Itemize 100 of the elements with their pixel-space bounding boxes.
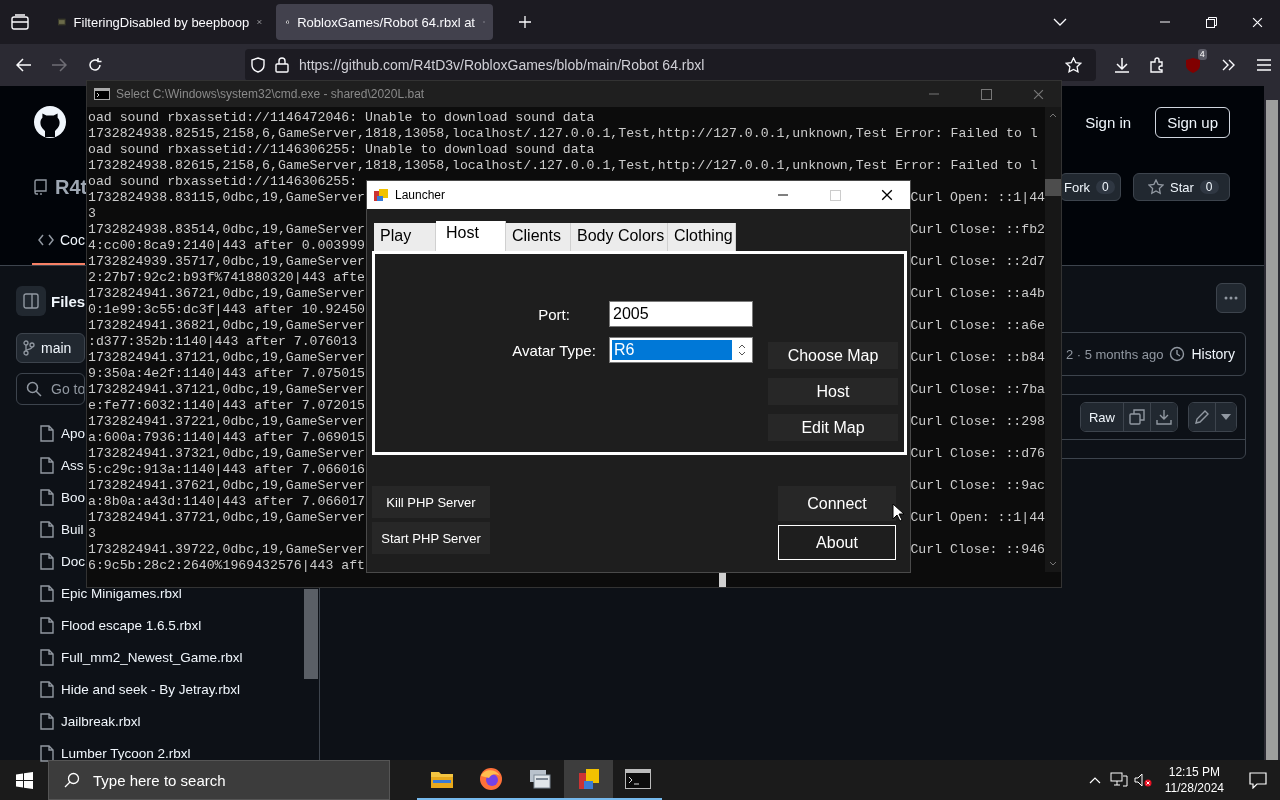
console-line: 5:c29c:913a:1140|443 after 7.066016 <box>88 462 365 478</box>
console-line: a:8b0a:a43d:1140|443 after 7.066017 <box>88 494 365 510</box>
server-button[interactable]: Start PHP Server <box>372 522 490 554</box>
clock[interactable]: 12:15 PM 11/28/2024 <box>1164 764 1224 796</box>
tab[interactable]: Clothing <box>668 223 736 251</box>
commit-meta: 2 · 5 months ago <box>1065 346 1164 362</box>
scrollbar[interactable] <box>1264 86 1280 760</box>
tab[interactable]: Clients <box>506 223 571 251</box>
file-icon <box>40 456 54 474</box>
repo-tab[interactable]: Coc <box>32 216 85 265</box>
download-icon[interactable] <box>1151 403 1177 431</box>
file-link[interactable]: Lumber Tycoon 2.rbxl <box>61 745 191 761</box>
console-line: 1732824938.82515,2158,6,GameServer,1818,13058,localhost/.127.0.0.1,Test,http://127.0.0.1,unknown,Test Error: Failed to l <box>88 126 1038 142</box>
console-line: oad sound rbxassetid://1146472046: Unable to download sound data <box>88 110 595 126</box>
scrollbar-thumb[interactable] <box>1045 179 1061 196</box>
server-button[interactable]: Kill PHP Server <box>372 486 490 518</box>
launcher-icon[interactable] <box>564 760 613 800</box>
file-link[interactable]: Ass <box>61 457 84 473</box>
search-field[interactable]: Type here to search <box>48 760 390 800</box>
console-line: Curl Close: ::2d7 <box>910 254 1045 270</box>
console-line: 1732824938.82615,2158,6,GameServer,1818,13058,localhost/.127.0.0.1,Test,http://127.0.0.1,unknown,Test Error: Failed to l <box>88 158 1038 174</box>
console-line: Curl Close: ::298 <box>910 414 1045 430</box>
shield-icon <box>250 57 265 73</box>
sign-in-link[interactable]: Sign in <box>1085 113 1132 131</box>
console-line: 1732824941.36821,0dbc,19,GameServer <box>88 318 365 334</box>
console-line: 2:27b7:92c2:b93f%741880320|443 afte <box>88 270 365 286</box>
file-link[interactable]: Doc <box>61 553 85 569</box>
scrollbar-thumb[interactable] <box>304 589 318 679</box>
app-icon <box>373 187 389 203</box>
file-icon <box>40 488 54 506</box>
search-icon <box>26 381 42 397</box>
clock-time: 12:15 PM <box>1168 764 1221 780</box>
console-line: 1732824941.39722,0dbc,19,GameServer <box>88 542 365 558</box>
branch-button[interactable]: main <box>16 333 85 363</box>
file-icon <box>40 712 54 730</box>
console-line: Curl Close: ::a4b <box>910 286 1045 302</box>
file-link[interactable]: Epic Minigames.rbxl <box>61 585 182 601</box>
tab[interactable]: Play <box>374 223 436 251</box>
action-button[interactable]: Edit Map <box>768 414 898 441</box>
scrollbar[interactable] <box>1045 107 1061 572</box>
action-button[interactable]: Host <box>768 378 898 405</box>
console-line: 3 <box>88 526 96 542</box>
file-link[interactable]: Hide and seek - By Jetray.rbxl <box>61 681 241 697</box>
action-button[interactable]: Choose Map <box>768 342 898 369</box>
console-line: 4:cc00:8ca9:2140|443 after 0.003999 <box>88 238 365 254</box>
raw-button[interactable]: Raw <box>1081 403 1124 431</box>
copy-icon[interactable] <box>1124 403 1151 431</box>
terminal-icon <box>94 88 110 100</box>
console-line: :d377:352b:1140|443 after 7.076013 <box>88 334 358 350</box>
star-button[interactable]: Star 0 <box>1133 173 1230 201</box>
browser-tab[interactable]: RobloxGames/Robot 64.rbxl at <box>276 4 493 40</box>
tab[interactable]: Host <box>436 221 506 251</box>
history-button[interactable]: History <box>1169 346 1235 362</box>
search-field[interactable]: Go to <box>16 373 85 405</box>
file-link[interactable]: Boo <box>61 489 86 505</box>
lock-icon <box>274 57 289 73</box>
console-line: 1732824941.37221,0dbc,19,GameServer <box>88 414 365 430</box>
file-icon <box>40 424 54 442</box>
console-line: Curl Close: ::9ac <box>910 478 1045 494</box>
count-badge: 4 <box>1197 49 1207 60</box>
fork-button[interactable]: Fork 0 <box>1060 173 1121 201</box>
input-field[interactable]: 2005 <box>609 301 753 327</box>
tab[interactable]: Body Colors <box>571 223 668 251</box>
file-icon <box>40 680 54 698</box>
repo-owner-link[interactable]: R4t <box>55 175 88 199</box>
caret-icon[interactable] <box>1216 403 1236 431</box>
console-line: 1732824941.37121,0dbc,19,GameServer <box>88 382 365 398</box>
edit-icon[interactable] <box>1189 403 1216 431</box>
sign-up-button[interactable]: Sign up <box>1155 106 1230 138</box>
sidebar-toggle-icon[interactable] <box>16 286 46 316</box>
branch-icon <box>23 340 35 356</box>
file-icon <box>40 552 54 570</box>
repo-icon <box>33 179 47 195</box>
console-line: Curl Close: ::d76 <box>910 446 1045 462</box>
field-label: Avatar Type: <box>511 341 597 359</box>
github-logo-icon[interactable] <box>34 106 66 138</box>
files-heading: Files <box>51 292 86 310</box>
console-line: oad sound rbxassetid://1146306255: Unable to download sound data <box>88 142 595 158</box>
file-link[interactable]: Flood escape 1.6.5.rbxl <box>61 617 202 633</box>
console-line: Curl Close: ::7ba <box>910 382 1045 398</box>
console-line: 9:350a:4e2f:1140|443 after 7.075015 <box>88 366 365 382</box>
console-line: a:600a:7936:1140|443 after 7.069015 <box>88 430 365 446</box>
clock-date: 11/28/2024 <box>1164 780 1224 796</box>
file-icon <box>40 520 54 538</box>
star-icon <box>1148 179 1164 195</box>
file-icon <box>40 648 54 666</box>
file-link[interactable]: Apo <box>61 425 86 441</box>
file-link[interactable]: Buil <box>61 521 84 537</box>
action-button[interactable]: About <box>778 525 896 560</box>
console-line: 1732824938.83514,0dbc,19,GameServer <box>88 222 365 238</box>
action-button[interactable]: Connect <box>778 486 896 521</box>
console-line: 0:1e99:3c55:dc3f|443 after 10.92450 <box>88 302 365 318</box>
file-link[interactable]: Full_mm2_Newest_Game.rbxl <box>61 649 243 665</box>
file-link[interactable]: Jailbreak.rbxl <box>61 713 141 729</box>
browser-tab[interactable]: FilteringDisabled by beepboop <box>48 4 270 40</box>
console-line: 3 <box>88 206 96 222</box>
spin-box[interactable]: R6 <box>609 337 753 363</box>
console-line: 1732824938.83115,0dbc,19,GameServer <box>88 190 365 206</box>
cursor-icon <box>892 503 904 522</box>
scrollbar-thumb[interactable] <box>719 572 726 587</box>
